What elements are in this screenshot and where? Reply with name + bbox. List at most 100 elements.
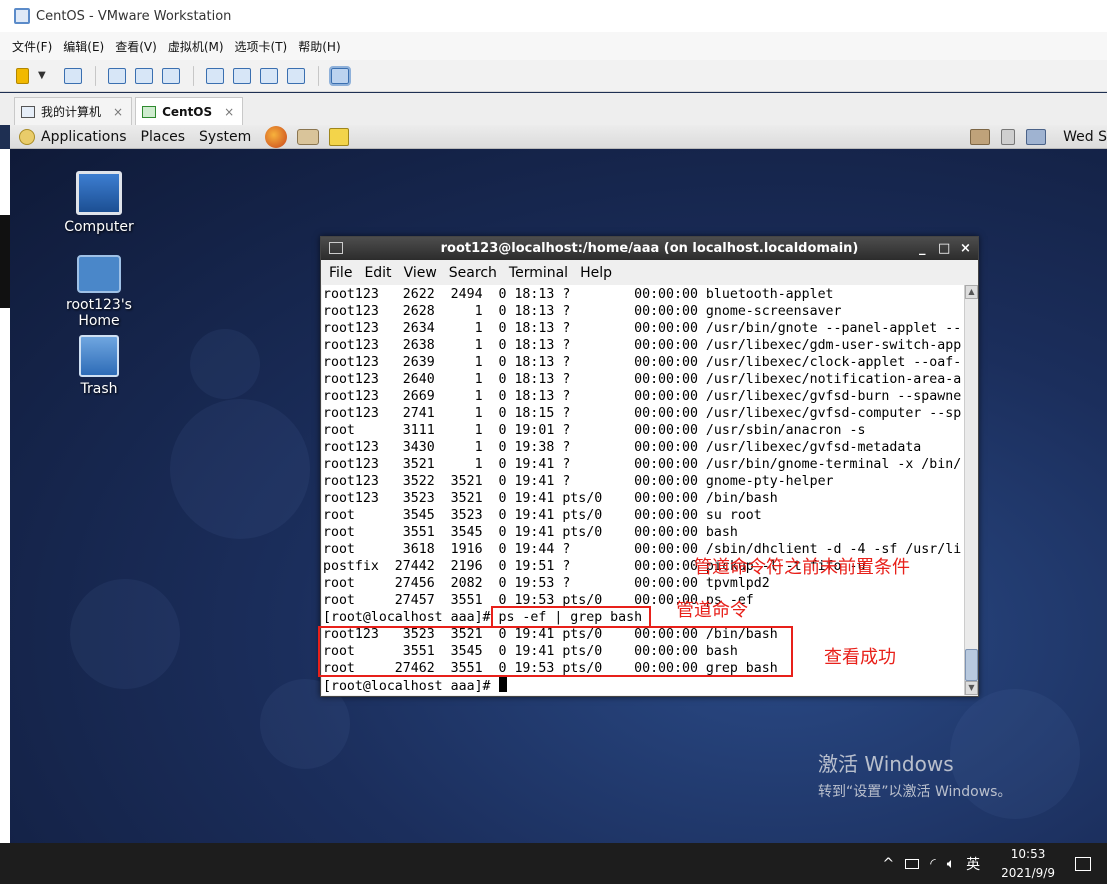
pause-icon[interactable] <box>16 67 29 84</box>
volume-icon[interactable] <box>1001 129 1016 145</box>
desktop-icon-label: Computer <box>64 219 134 235</box>
computer-icon <box>21 105 35 118</box>
terminal-menu-search[interactable]: Search <box>449 265 497 281</box>
vmware-title-bar: CentOS - VMware Workstation <box>0 0 1107 32</box>
success-note: 查看成功 <box>824 647 896 668</box>
terminal-line: root123 3523 3521 0 19:41 pts/0 00:00:00… <box>323 491 778 506</box>
revert-snapshot-icon[interactable] <box>135 67 153 84</box>
input-method-indicator[interactable]: 英 <box>966 854 980 874</box>
tab-label: CentOS <box>162 104 213 119</box>
desktop-icon-computer[interactable]: Computer <box>44 171 154 235</box>
gnome-top-panel: Applications Places System Wed S <box>10 125 1107 149</box>
terminal-line: root 3551 3545 0 19:41 pts/0 00:00:00 ba… <box>323 525 738 540</box>
computer-icon <box>76 171 122 215</box>
terminal-menu-file[interactable]: File <box>329 265 352 281</box>
toolbar-separator <box>318 65 319 86</box>
clock-date: 2021/9/9 <box>1001 865 1055 880</box>
clock-time: 10:53 <box>1010 846 1046 861</box>
vm-icon <box>142 105 157 118</box>
tab-my-computer[interactable]: 我的计算机 × <box>14 97 133 125</box>
unity-icon[interactable] <box>287 67 305 84</box>
console-view-icon[interactable] <box>329 65 351 86</box>
scroll-down-icon[interactable]: ▼ <box>965 681 978 695</box>
battery-icon[interactable] <box>905 858 920 869</box>
desktop-icon-home[interactable]: root123's Home <box>44 255 154 329</box>
minimize-icon[interactable]: _ <box>919 237 926 260</box>
terminal-line: root123 2639 1 0 18:13 ? 00:00:00 /usr/l… <box>323 355 962 370</box>
host-window-edge <box>0 149 10 843</box>
toolbar-separator <box>95 65 96 86</box>
close-icon[interactable]: × <box>960 237 971 260</box>
snapshot-icon[interactable] <box>108 67 126 84</box>
full-screen-icon[interactable] <box>260 67 278 84</box>
terminal-line: root123 2638 1 0 18:13 ? 00:00:00 /usr/l… <box>323 338 962 353</box>
close-icon[interactable]: × <box>224 105 234 119</box>
menu-help[interactable]: 帮助(H) <box>298 38 340 55</box>
menu-file[interactable]: 文件(F) <box>12 38 52 55</box>
terminal-icon <box>329 242 343 254</box>
pipe-command-note: 管道命令 <box>676 600 748 621</box>
send-ctrl-alt-del-icon[interactable] <box>64 67 82 84</box>
windows-taskbar: ^ ◜ 🔈︎ 英 10:53 2021/9/9 <box>0 843 1107 884</box>
watermark-title: 激活 Windows <box>818 752 954 776</box>
desktop-icon-label: Trash <box>80 381 118 397</box>
volume-icon[interactable]: 🔈︎ <box>947 856 955 872</box>
scroll-thumb[interactable] <box>965 649 978 681</box>
pipe-symbol-note: 管道命令符之前未前置条件 <box>694 557 910 578</box>
terminal-menu-edit[interactable]: Edit <box>364 265 391 281</box>
terminal-title: root123@localhost:/home/aaa (on localhos… <box>440 241 859 256</box>
wifi-icon[interactable]: ◜ <box>930 856 935 872</box>
vmware-menu-bar: 文件(F) 编辑(E) 查看(V) 虚拟机(M) 选项卡(T) 帮助(H) <box>0 32 1107 60</box>
desktop-icon-label: root123's Home <box>66 297 132 329</box>
terminal-line: root 3111 1 0 19:01 ? 00:00:00 /usr/sbin… <box>323 423 866 438</box>
menu-edit[interactable]: 编辑(E) <box>63 38 104 55</box>
terminal-line: root123 3430 1 0 19:38 ? 00:00:00 /usr/l… <box>323 440 922 455</box>
tab-label: 我的计算机 <box>41 105 102 119</box>
panel-clock[interactable]: Wed S <box>1063 129 1107 145</box>
desktop-icon-trash[interactable]: Trash <box>44 335 154 397</box>
network-tool-icon[interactable] <box>970 129 991 145</box>
snapshot-manager-icon[interactable] <box>162 67 180 84</box>
home-folder-icon <box>77 255 121 293</box>
terminal-line: root123 2634 1 0 18:13 ? 00:00:00 /usr/b… <box>323 321 962 336</box>
panel-tray: Wed S <box>970 125 1107 149</box>
dropdown-arrow-icon[interactable]: ▼ <box>38 68 46 84</box>
pipe-command-highlight <box>491 606 651 628</box>
tab-centos[interactable]: CentOS × <box>135 97 244 125</box>
terminal-menu-terminal[interactable]: Terminal <box>509 265 568 281</box>
terminal-line: [root@localhost aaa]# <box>323 677 961 695</box>
thumbnail-bar-icon[interactable] <box>233 67 251 84</box>
scroll-up-icon[interactable]: ▲ <box>965 285 978 299</box>
menu-vm[interactable]: 虚拟机(M) <box>168 38 224 55</box>
panel-menu-applications[interactable]: Applications <box>41 129 127 145</box>
terminal-line: root123 2741 1 0 18:15 ? 00:00:00 /usr/l… <box>323 406 962 421</box>
show-library-icon[interactable] <box>206 67 224 84</box>
network-connection-icon[interactable] <box>1026 129 1047 145</box>
close-icon[interactable]: × <box>113 105 123 119</box>
menu-tabs[interactable]: 选项卡(T) <box>235 38 288 55</box>
window-title: CentOS - VMware Workstation <box>36 8 232 24</box>
notes-icon[interactable] <box>329 127 350 146</box>
terminal-line: root123 2669 1 0 18:13 ? 00:00:00 /usr/l… <box>323 389 962 404</box>
terminal-menu-bar: File Edit View Search Terminal Help <box>321 260 978 285</box>
panel-menu-system[interactable]: System <box>199 129 251 145</box>
terminal-title-bar[interactable]: root123@localhost:/home/aaa (on localhos… <box>321 237 978 260</box>
system-tray: ^ ◜ 🔈︎ 英 10:53 2021/9/9 <box>883 843 1107 884</box>
gnome-foot-icon <box>19 128 35 145</box>
terminal-menu-help[interactable]: Help <box>580 265 612 281</box>
terminal-line: root123 3522 3521 0 19:41 ? 00:00:00 gno… <box>323 474 834 489</box>
mail-client-icon[interactable] <box>297 128 320 145</box>
notification-center-icon[interactable] <box>1075 856 1091 871</box>
show-hidden-icons-icon[interactable]: ^ <box>883 856 895 872</box>
terminal-line: root123 2628 1 0 18:13 ? 00:00:00 gnome-… <box>323 304 842 319</box>
panel-menu-places[interactable]: Places <box>141 129 186 145</box>
taskbar-clock[interactable]: 10:53 2021/9/9 <box>1001 845 1055 883</box>
menu-view[interactable]: 查看(V) <box>115 38 157 55</box>
maximize-icon[interactable]: □ <box>938 237 950 260</box>
firefox-icon[interactable] <box>265 125 288 148</box>
terminal-menu-view[interactable]: View <box>404 265 437 281</box>
terminal-line: root123 2622 2494 0 18:13 ? 00:00:00 blu… <box>323 287 834 302</box>
terminal-line: root123 2640 1 0 18:13 ? 00:00:00 /usr/l… <box>323 372 962 387</box>
terminal-scrollbar[interactable]: ▲ ▼ <box>964 285 978 695</box>
toolbar-separator <box>193 65 194 86</box>
